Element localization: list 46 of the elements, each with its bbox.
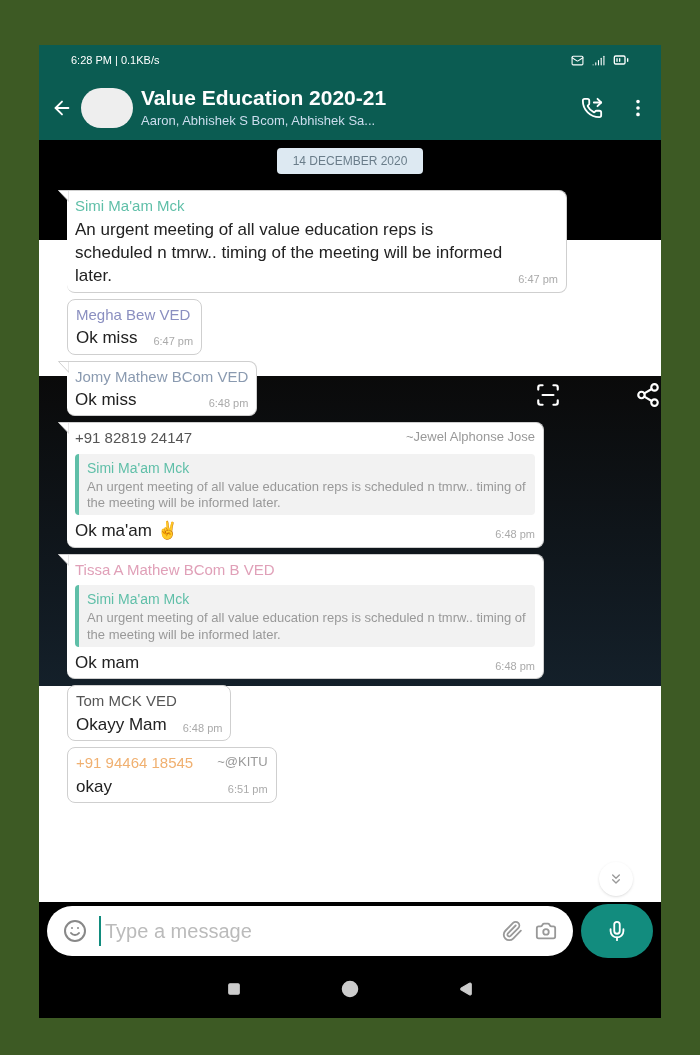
sender-name: +91 94464 18545 <box>76 753 194 773</box>
sender-name: Simi Ma'am Mck <box>75 196 185 216</box>
sender-name: Tissa A Mathew BCom B VED <box>75 559 275 580</box>
sender-nickname: ~Jewel Alphonse Jose <box>406 428 535 447</box>
message-time: 6:48 pm <box>208 395 249 411</box>
message-time: 6:47 pm <box>153 334 194 349</box>
message-text: Ok miss <box>76 327 138 350</box>
date-chip: 14 DECEMBER 2020 <box>276 148 424 174</box>
message-icon <box>571 53 584 67</box>
signal-icon <box>592 53 605 67</box>
sender-name: Jomy Mathew BCom VED <box>75 366 249 387</box>
add-call-icon[interactable] <box>581 96 603 119</box>
back-icon[interactable] <box>459 982 473 996</box>
home-icon[interactable] <box>341 980 359 998</box>
group-avatar[interactable] <box>81 87 133 128</box>
quoted-text: An urgent meeting of all value education reps is scheduled n tmrw.. timing of the meeting will be informed later. <box>87 478 527 512</box>
sender-name: +91 82819 24147 <box>75 428 193 449</box>
sender-nickname: ~@KITU <box>217 753 268 771</box>
message-time: 6:47 pm <box>518 272 558 288</box>
message-time: 6:51 pm <box>227 782 268 798</box>
message-input-field[interactable]: Type a message <box>47 906 573 956</box>
message-time: 6:48 pm <box>495 658 535 674</box>
message-time: 6:48 pm <box>182 720 223 736</box>
message-text: Okayy Mam <box>76 713 167 736</box>
message-text: Ok mam <box>75 651 140 674</box>
quoted-text: An urgent meeting of all value education reps is scheduled n tmrw.. timing of the meeting will be informed later. <box>87 610 527 643</box>
sender-name: Tom MCK VED <box>76 691 177 712</box>
message-text: An urgent meeting of all value education reps is scheduled n tmrw.. timing of the meeting will be informed later. <box>75 218 503 288</box>
message-time: 6:48 pm <box>495 527 535 543</box>
camera-icon[interactable] <box>535 920 557 942</box>
quoted-sender: Simi Ma'am Mck <box>87 590 191 610</box>
battery-icon <box>613 52 629 68</box>
message-text: okay <box>76 775 112 798</box>
share-icon <box>635 382 661 408</box>
microphone-button[interactable] <box>581 904 653 958</box>
scan-icon <box>535 382 561 408</box>
chat-members: Aaron, Abhishek S Bcom, Abhishek Sa... <box>141 111 377 130</box>
message-text: Ok miss <box>75 389 137 411</box>
sender-name: Megha Bew VED <box>76 304 191 325</box>
paperclip-icon[interactable] <box>501 920 523 942</box>
chat-title: Value Education 2020-21 <box>141 84 388 111</box>
quoted-sender: Simi Ma'am Mck <box>87 458 191 478</box>
emoji-icon[interactable] <box>63 919 87 943</box>
message-text: Ok ma'am ✌ <box>75 519 178 543</box>
recents-icon[interactable] <box>227 982 241 996</box>
status-bar-time: 6:28 PM | 0.1KB/s <box>71 52 160 68</box>
